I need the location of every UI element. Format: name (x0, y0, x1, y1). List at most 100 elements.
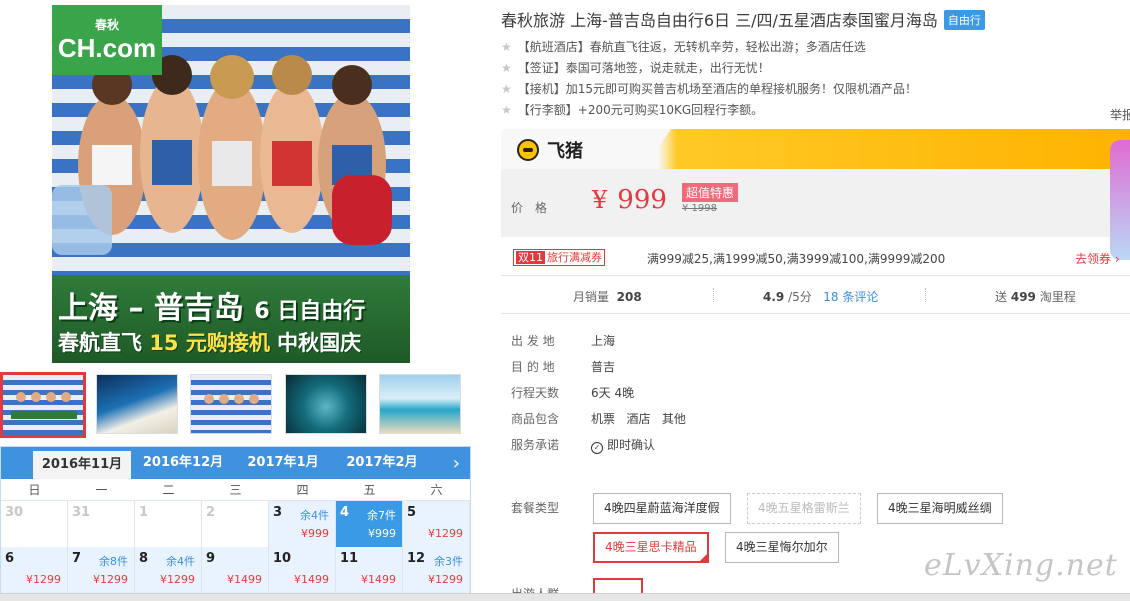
feature-list: ★ 【航班酒店】春航直飞往返，无转机辛劳，轻松出游；多酒店任选 ★ 【签证】泰国可落… (501, 37, 917, 121)
calendar-day-cell[interactable]: 8 余4件 ¥1299 (135, 547, 202, 593)
thumbnail-3[interactable] (190, 374, 272, 434)
calendar-day-cell[interactable]: 12 余3件 ¥1299 (403, 547, 470, 593)
weekday: 五 (363, 483, 376, 497)
price-box: 价格 ¥999 超值特惠 ¥ 1998 (501, 169, 1130, 237)
detail-value: 上海 (591, 334, 616, 348)
day-number: 1 (139, 505, 149, 520)
detail-label: 目 的 地 (511, 360, 555, 374)
day-number: 10 (273, 551, 292, 566)
calendar-day-cell[interactable]: 9 ¥1499 (202, 547, 269, 593)
day-price: ¥999 (368, 527, 396, 540)
weekday: 四 (296, 483, 309, 497)
day-number: 4 (340, 505, 350, 520)
get-coupon-link[interactable]: 去领券 › (1075, 250, 1120, 267)
calendar-day-cell[interactable]: 10 ¥1499 (269, 547, 336, 593)
day-number: 7 (72, 551, 82, 566)
day-number: 11 (340, 551, 359, 566)
calendar-month-tabs: 2016年11月 2016年12月 2017年1月 2017年2月 › (1, 447, 470, 479)
weekday: 二 (162, 483, 175, 497)
calendar-day-cell[interactable]: 4 余7件 ¥999 (336, 501, 403, 547)
day-price: ¥1299 (428, 527, 463, 540)
weekday: 三 (229, 483, 242, 497)
day-price: ¥1299 (93, 573, 128, 586)
divider (501, 313, 1130, 314)
thumbnail-5[interactable] (379, 374, 461, 434)
price-label: 价格 (511, 201, 560, 215)
coupon-tag: 双11 旅行满减券 (513, 249, 605, 266)
check-circle-icon: ✓ (591, 442, 603, 454)
calendar-day-cell[interactable]: 6 ¥1299 (1, 547, 68, 593)
package-option-2: 4晚五星格雷斯兰 (747, 493, 861, 524)
reviews-link[interactable]: 18 条评论 (823, 290, 878, 304)
feature-text: 【航班酒店】春航直飞往返，无转机辛劳，轻松出游；多酒店任选 (517, 40, 866, 54)
thumbnail-2[interactable] (96, 374, 178, 434)
detail-label: 行程天数 (511, 386, 560, 400)
calendar-day-cell[interactable]: 7 余8件 ¥1299 (68, 547, 135, 593)
day-number: 8 (139, 551, 149, 566)
fliggy-face-icon (517, 139, 539, 161)
stock-left: 余4件 (300, 509, 329, 522)
promo-art-edge (1110, 140, 1130, 260)
thumbnail-strip (0, 372, 470, 438)
day-number: 9 (206, 551, 216, 566)
star-icon: ★ (501, 103, 512, 117)
calendar-day-cell: 1 (135, 501, 202, 547)
currency-symbol: ¥ (592, 186, 608, 214)
detail-row: 出 发 地 上海 (511, 333, 686, 359)
detail-value: 6天 4晚 (591, 386, 635, 400)
detail-label: 商品包含 (511, 412, 560, 426)
group-photo-illustration (52, 55, 392, 255)
weekday: 一 (95, 483, 108, 497)
calendar-day-cell[interactable]: 11 ¥1499 (336, 547, 403, 593)
star-icon: ★ (501, 82, 512, 96)
chevron-right-icon[interactable]: › (453, 453, 460, 474)
day-number: 30 (5, 505, 24, 520)
star-icon: ★ (501, 40, 512, 54)
stock-left: 余4件 (166, 555, 195, 568)
calendar-day-cell[interactable]: 3 余4件 ¥999 (269, 501, 336, 547)
report-link[interactable]: 举报 (1110, 106, 1130, 123)
day-number: 2 (206, 505, 216, 520)
weekday: 六 (430, 483, 443, 497)
rating: 4.9 /5分 18 条评论 (763, 290, 879, 304)
detail-label: 服务承诺 (511, 438, 560, 452)
original-price: ¥ 1998 (682, 203, 717, 214)
thumbnail-4[interactable] (285, 374, 367, 434)
product-details: 出 发 地 上海 目 的 地 普吉 行程天数 6天 4晚 商品包含 机票 酒店 其他 服… (511, 333, 686, 463)
package-option-4[interactable]: 4晚三星思卡精品 (593, 532, 709, 563)
package-option-5[interactable]: 4晚三星悔尔加尔 (725, 532, 839, 563)
banner-line2-c: 中秋国庆 (269, 331, 362, 355)
main-product-image: 春秋 CH.com 上海 – 普吉岛 6 日自由行 春航直飞 15 元购接机 中… (52, 5, 410, 363)
stats-row: 月销量 208 4.9 /5分 18 条评论 送 499 淘里程 (501, 284, 1130, 306)
free-travel-badge: 自由行 (943, 10, 985, 30)
fliggy-logo-text: 飞猪 (547, 141, 583, 162)
calendar-day-cell: 2 (202, 501, 269, 547)
calendar-day-cell[interactable]: 5 ¥1299 (403, 501, 470, 547)
thumbnail-1[interactable] (0, 372, 86, 438)
price-value: ¥999 (592, 185, 667, 215)
feature-item: ★ 【航班酒店】春航直飞往返，无转机辛劳，轻松出游；多酒店任选 (501, 37, 917, 58)
weekday: 日 (28, 483, 41, 497)
detail-row: 商品包含 机票 酒店 其他 (511, 411, 686, 437)
tab-month-2[interactable]: 2016年12月 (134, 447, 232, 479)
fliggy-logo: 飞猪 (517, 137, 583, 163)
detail-row: 服务承诺 ✓ 即时确认 (511, 437, 686, 463)
detail-row: 目 的 地 普吉 (511, 359, 686, 385)
day-number: 6 (5, 551, 15, 566)
tab-month-4[interactable]: 2017年2月 (336, 447, 428, 479)
deal-badge: 超值特惠 (682, 183, 739, 202)
detail-label: 出 发 地 (511, 334, 555, 348)
points: 送 499 淘里程 (995, 290, 1076, 304)
package-option-3[interactable]: 4晚三星海明威丝绸 (877, 493, 1003, 524)
tab-month-1[interactable]: 2016年11月 (33, 451, 131, 479)
package-option-1[interactable]: 4晚四星蔚蓝海洋度假 (593, 493, 731, 524)
day-price: ¥1499 (361, 573, 396, 586)
day-price: ¥1299 (428, 573, 463, 586)
package-type-label: 套餐类型 (511, 501, 560, 515)
day-number: 5 (407, 505, 417, 520)
logo-sub: 春秋 (94, 18, 119, 32)
detail-value: 普吉 (591, 360, 616, 374)
tab-month-3[interactable]: 2017年1月 (237, 447, 329, 479)
site-watermark: eLvXing.net (924, 548, 1118, 583)
bottom-scrollbar[interactable] (0, 593, 1130, 601)
